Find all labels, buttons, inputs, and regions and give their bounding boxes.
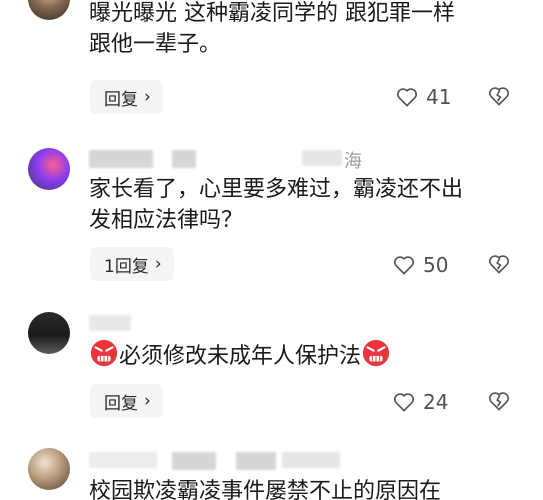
heart-icon <box>393 393 415 412</box>
username-redacted <box>172 452 216 470</box>
avatar[interactable] <box>28 312 70 354</box>
username-redacted <box>302 150 342 166</box>
comment-text: 必须修改未成年人保护法 <box>89 338 391 372</box>
reply-label: 回复 <box>104 89 138 110</box>
broken-heart-icon <box>488 392 510 411</box>
comment-line: 家长看了，心里要多难过，霸凌还不出 <box>89 177 464 202</box>
broken-heart-icon <box>488 255 510 274</box>
heart-icon <box>393 256 415 275</box>
username-partial: 海 <box>344 151 362 172</box>
reply-button[interactable]: 回复 › <box>90 384 163 418</box>
chevron-right-icon: › <box>144 87 151 107</box>
username-redacted <box>89 315 131 331</box>
reply-label: 1回复 <box>104 256 149 277</box>
comment-line: 发相应法律吗？ <box>89 208 244 233</box>
comment-line: 跟他一辈子。 <box>89 32 222 57</box>
avatar[interactable] <box>28 448 70 490</box>
heart-icon <box>396 88 418 107</box>
username-redacted <box>236 452 276 470</box>
comment-line: 必须修改未成年人保护法 <box>119 344 362 369</box>
dislike-button[interactable] <box>488 86 510 110</box>
avatar[interactable] <box>28 148 70 190</box>
username-redacted <box>172 150 196 168</box>
broken-heart-icon <box>488 87 510 106</box>
angry-face-icon <box>362 339 390 367</box>
username-redacted <box>89 452 157 468</box>
reply-button[interactable]: 回复 › <box>90 80 163 114</box>
username-redacted <box>89 150 153 168</box>
like-count: 41 <box>426 85 452 109</box>
dislike-button[interactable] <box>488 391 510 415</box>
like-button[interactable]: 24 <box>393 390 448 414</box>
like-button[interactable]: 50 <box>393 253 448 277</box>
reply-label: 回复 <box>104 393 138 414</box>
dislike-button[interactable] <box>488 254 510 278</box>
chevron-right-icon: › <box>144 391 151 411</box>
username-redacted <box>282 452 340 468</box>
comment-list: 曝光曝光 这种霸凌同学的 跟犯罪一样 跟他一辈子。 回复 › 41 海 家长看了… <box>0 0 543 500</box>
like-count: 24 <box>423 390 449 414</box>
comment-text: 校园欺凌霸凌事件屡禁不止的原因在 <box>89 476 441 500</box>
comment-line: 校园欺凌霸凌事件屡禁不止的原因在 <box>89 479 442 500</box>
comment-line: 曝光曝光 这种霸凌同学的 跟犯罪一样 <box>89 1 455 26</box>
avatar[interactable] <box>28 0 70 20</box>
like-count: 50 <box>423 253 449 277</box>
reply-button[interactable]: 1回复 › <box>90 247 174 281</box>
comment-text: 家长看了，心里要多难过，霸凌还不出 发相应法律吗？ <box>89 174 463 236</box>
angry-face-icon <box>90 339 118 367</box>
comment-text: 曝光曝光 这种霸凌同学的 跟犯罪一样 跟他一辈子。 <box>89 0 455 60</box>
chevron-right-icon: › <box>154 254 162 274</box>
like-button[interactable]: 41 <box>396 85 451 109</box>
